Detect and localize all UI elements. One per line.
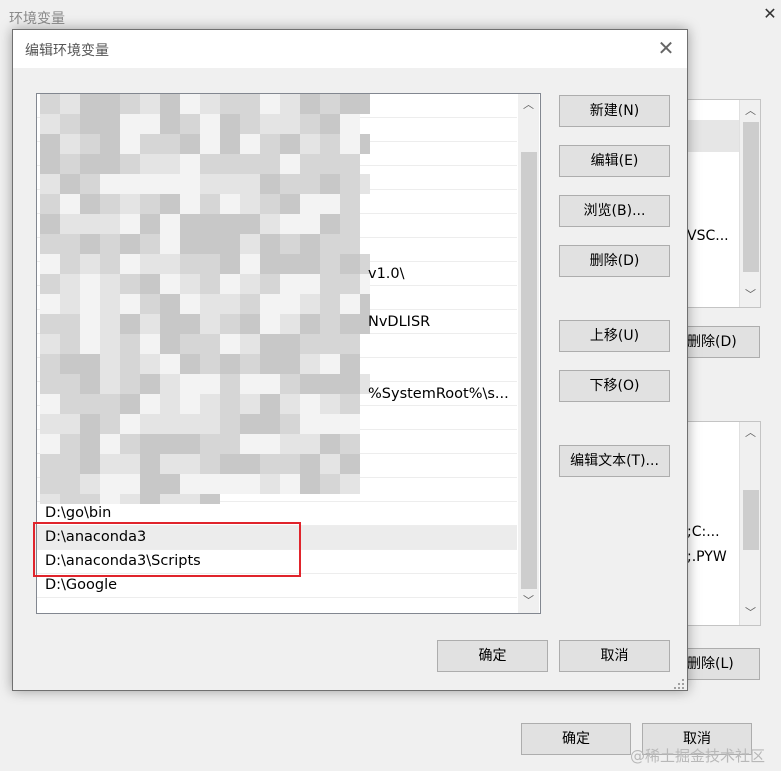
system-variable-delete-button[interactable]: 删除(L) (676, 648, 760, 680)
edit-env-variable-dialog: 编辑环境变量 ✕ D:\go\bin D:\anaconda3 D:\anacond… (12, 29, 688, 691)
user-variable-delete-button[interactable]: 删除(D) (676, 326, 760, 358)
scrollbar-thumb[interactable] (521, 152, 537, 589)
system-variable-text-2: ;.PYW (687, 549, 727, 565)
user-variable-text: VSC... (687, 228, 729, 244)
close-icon[interactable]: ✕ (655, 38, 677, 60)
scroll-up-icon[interactable]: ︿ (743, 426, 758, 440)
path-row[interactable]: D:\Google (37, 574, 517, 598)
blurred-path-tail-2: NvDLISR (368, 314, 431, 330)
edit-button[interactable]: 编辑(E) (559, 145, 670, 177)
scroll-down-icon[interactable]: ﹀ (743, 606, 758, 620)
privacy-mosaic (40, 94, 370, 504)
resize-grip-icon[interactable] (673, 678, 685, 690)
scrollbar-thumb[interactable] (743, 122, 759, 272)
dialog-ok-button[interactable]: 确定 (437, 640, 548, 672)
scrollbar-thumb[interactable] (743, 490, 759, 550)
watermark: @稀土掘金技术社区 (630, 747, 766, 765)
outer-ok-button[interactable]: 确定 (521, 723, 631, 755)
outer-close-icon[interactable]: ✕ (762, 6, 778, 22)
blurred-path-tail-1: v1.0\ (368, 266, 405, 282)
user-variables-scrollbar[interactable]: ︿ ﹀ (739, 100, 760, 307)
blurred-path-tail-3: %SystemRoot%\s... (368, 386, 509, 402)
highlight-annotation-box (33, 522, 301, 577)
system-variables-list[interactable]: ;C:... ;.PYW ︿ ﹀ (676, 421, 761, 626)
move-up-button[interactable]: 上移(U) (559, 320, 670, 352)
move-down-button[interactable]: 下移(O) (559, 370, 670, 402)
dialog-cancel-button[interactable]: 取消 (559, 640, 670, 672)
edit-text-button[interactable]: 编辑文本(T)... (559, 445, 670, 477)
path-list-scrollbar[interactable]: ︿ ﹀ (518, 94, 539, 613)
dialog-title: 编辑环境变量 (25, 43, 109, 59)
scroll-down-icon[interactable]: ﹀ (743, 288, 758, 302)
new-button[interactable]: 新建(N) (559, 95, 670, 127)
scroll-up-icon[interactable]: ︿ (743, 104, 758, 118)
system-variables-scrollbar[interactable]: ︿ ﹀ (739, 422, 760, 625)
dialog-titlebar: 编辑环境变量 ✕ (13, 30, 687, 68)
user-variables-list[interactable]: VSC... ︿ ﹀ (676, 99, 761, 308)
browse-button[interactable]: 浏览(B)... (559, 195, 670, 227)
scroll-down-icon[interactable]: ﹀ (521, 594, 536, 608)
system-variable-text-1: ;C:... (687, 524, 720, 540)
delete-button[interactable]: 删除(D) (559, 245, 670, 277)
outer-window-title: 环境变量 (9, 11, 65, 27)
scroll-up-icon[interactable]: ︿ (521, 98, 536, 112)
